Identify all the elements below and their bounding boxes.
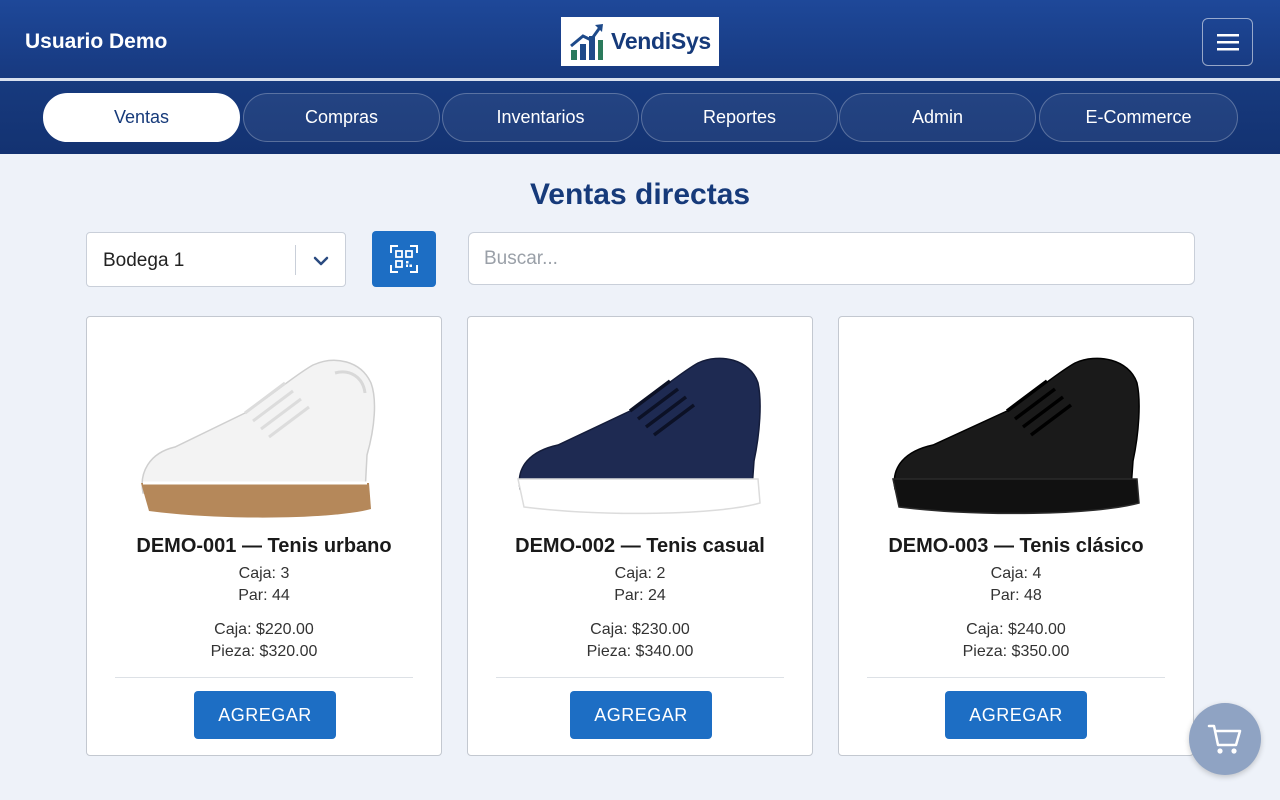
product-price-pieza: Pieza: $350.00 (962, 643, 1070, 660)
cart-button[interactable] (1189, 703, 1261, 775)
product-price-caja: Caja: $240.00 (966, 621, 1066, 638)
product-title: DEMO-001 — Tenis urbano (136, 535, 392, 557)
top-header: Usuario Demo VendiSys (0, 0, 1280, 78)
navy-sneaker-icon (517, 357, 761, 515)
product-stock-par: Par: 48 (990, 587, 1042, 604)
black-sneaker-icon (892, 357, 1140, 515)
product-card: DEMO-002 — Tenis casual Caja: 2 Par: 24 … (467, 316, 813, 756)
product-stock-caja: Caja: 4 (990, 565, 1042, 582)
product-price-caja: Caja: $220.00 (214, 621, 314, 638)
qr-scan-icon (390, 245, 418, 273)
card-divider (115, 677, 413, 678)
product-stock-par: Par: 24 (614, 587, 666, 604)
tab-reportes[interactable]: Reportes (641, 93, 838, 142)
card-divider (867, 677, 1165, 678)
chart-growth-icon (570, 23, 604, 60)
tab-inventarios[interactable]: Inventarios (442, 93, 639, 142)
search-input[interactable] (468, 232, 1195, 285)
warehouse-selected-value: Bodega 1 (103, 250, 185, 271)
add-to-cart-button[interactable]: AGREGAR (570, 691, 712, 739)
product-title: DEMO-002 — Tenis casual (515, 535, 765, 557)
brand-name: VendiSys (611, 28, 711, 54)
product-price-caja: Caja: $230.00 (590, 621, 690, 638)
user-name: Usuario Demo (25, 30, 168, 53)
add-to-cart-button[interactable]: AGREGAR (945, 691, 1087, 739)
scan-barcode-button[interactable] (372, 231, 436, 287)
product-stock-caja: Caja: 3 (238, 565, 290, 582)
card-divider (496, 677, 784, 678)
tab-ecommerce[interactable]: E-Commerce (1039, 93, 1238, 142)
menu-button[interactable] (1202, 18, 1253, 66)
warehouse-select[interactable]: Bodega 1 (86, 232, 346, 287)
brand-logo[interactable]: VendiSys (561, 17, 719, 66)
tab-admin[interactable]: Admin (839, 93, 1036, 142)
chevron-down-icon[interactable] (311, 251, 331, 271)
product-stock-caja: Caja: 2 (614, 565, 666, 582)
product-price-pieza: Pieza: $320.00 (210, 643, 318, 660)
product-title: DEMO-003 — Tenis clásico (888, 535, 1144, 557)
white-sneaker-icon (141, 359, 376, 518)
tab-compras[interactable]: Compras (243, 93, 440, 142)
page-title: Ventas directas (529, 178, 751, 211)
shopping-cart-icon (1207, 724, 1242, 754)
main-nav: Ventas Compras Inventarios Reportes Admi… (0, 81, 1280, 154)
tab-ventas[interactable]: Ventas (43, 93, 240, 142)
product-card: DEMO-003 — Tenis clásico Caja: 4 Par: 48… (838, 316, 1194, 756)
select-separator (295, 245, 296, 275)
add-to-cart-button[interactable]: AGREGAR (194, 691, 336, 739)
hamburger-icon (1216, 34, 1239, 51)
product-stock-par: Par: 44 (238, 587, 290, 604)
product-price-pieza: Pieza: $340.00 (586, 643, 694, 660)
product-card: DEMO-001 — Tenis urbano Caja: 3 Par: 44 … (86, 316, 442, 756)
